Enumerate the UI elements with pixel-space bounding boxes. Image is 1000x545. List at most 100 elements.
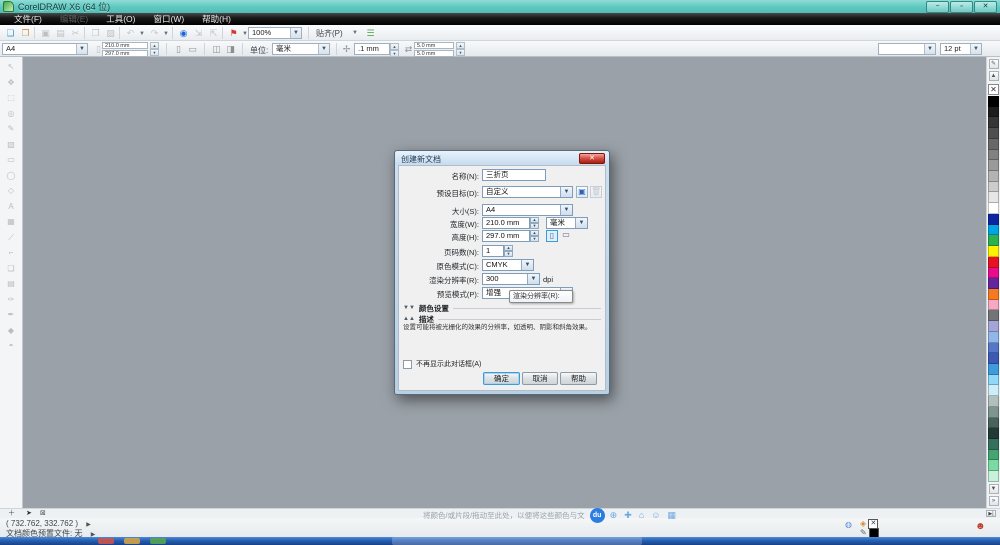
color-swatch[interactable] <box>988 117 999 128</box>
connector-tool-icon[interactable]: ⌐ <box>5 247 18 258</box>
color-mode-combo[interactable]: CMYK▼ <box>482 259 534 271</box>
name-input[interactable]: 三折页 <box>482 169 546 181</box>
height-input[interactable]: 297.0 mm <box>482 230 530 242</box>
chevron-down-icon[interactable]: ▼ <box>560 205 572 215</box>
fill-tool-icon[interactable]: ◆ <box>5 325 18 336</box>
chevron-down-icon[interactable]: ▼ <box>163 31 169 37</box>
nudge-spinner[interactable]: ▲▼ <box>390 43 399 55</box>
color-swatch[interactable] <box>988 139 999 150</box>
color-swatch[interactable] <box>988 428 999 439</box>
polygon-tool-icon[interactable]: ◇ <box>5 185 18 196</box>
portrait-button[interactable]: ▯ <box>172 43 185 55</box>
color-swatch[interactable] <box>988 278 999 289</box>
duplicate-y-field[interactable]: 5.0 mm <box>414 50 454 57</box>
color-swatch[interactable] <box>988 396 999 407</box>
page-size-spinner[interactable]: ▲▼ <box>150 42 159 54</box>
width-input[interactable]: 210.0 mm <box>482 217 530 229</box>
menu-item[interactable]: 文件(F) <box>6 13 50 25</box>
close-document-icon[interactable]: ⊠ <box>40 509 46 518</box>
color-swatch[interactable] <box>988 450 999 461</box>
color-swatch[interactable] <box>988 150 999 161</box>
dialog-close-button[interactable]: ✕ <box>579 153 605 164</box>
color-swatch[interactable] <box>988 268 999 279</box>
color-swatch[interactable] <box>988 257 999 268</box>
new-document-icon[interactable]: ❏ <box>4 27 17 39</box>
minimize-button[interactable]: − <box>926 1 949 13</box>
chevron-down-icon[interactable]: ▼ <box>924 44 935 54</box>
chevron-down-icon[interactable]: ▼▼ <box>403 305 415 311</box>
chevron-down-icon[interactable]: ▼ <box>575 218 587 228</box>
help-button[interactable]: 帮助 <box>560 372 597 385</box>
page-width-field[interactable]: 210.0 mm <box>102 42 148 49</box>
chevron-down-icon[interactable]: ▼ <box>290 28 301 38</box>
color-swatch[interactable] <box>988 235 999 246</box>
color-swatch[interactable] <box>988 96 999 107</box>
resolution-combo[interactable]: 300▼ <box>482 273 540 285</box>
chevron-down-icon[interactable]: ▼ <box>139 31 145 37</box>
palette-scroll-down-button[interactable]: ▼ <box>989 484 999 494</box>
color-swatch[interactable] <box>988 343 999 354</box>
color-swatch[interactable] <box>988 353 999 364</box>
color-swatch[interactable] <box>988 471 999 482</box>
chevron-down-icon[interactable]: ▼ <box>970 44 981 54</box>
color-swatch[interactable] <box>988 225 999 236</box>
width-units-combo[interactable]: 毫米▼ <box>546 217 588 229</box>
delete-preset-icon[interactable]: 🗑 <box>590 186 602 198</box>
color-swatch[interactable] <box>988 407 999 418</box>
color-swatch[interactable] <box>988 300 999 311</box>
palette-expand-button[interactable]: » <box>989 496 999 506</box>
taskbar-app-icon[interactable] <box>98 538 114 544</box>
cancel-button[interactable]: 取消 <box>522 372 558 385</box>
taskbar-app-icon[interactable] <box>124 538 140 544</box>
preset-combo[interactable]: 自定义▼ <box>482 186 573 198</box>
crop-tool-icon[interactable]: ⬚ <box>5 92 18 103</box>
chevron-down-icon[interactable]: ▼ <box>352 30 358 36</box>
shape-tool-icon[interactable]: ✥ <box>5 77 18 88</box>
save-preset-icon[interactable]: ▣ <box>576 186 588 198</box>
color-swatch[interactable] <box>988 460 999 471</box>
chevron-down-icon[interactable]: ▼ <box>560 187 572 197</box>
size-combo[interactable]: A4▼ <box>482 204 573 216</box>
height-spinner[interactable]: ▲▼ <box>530 230 539 242</box>
chevron-down-icon[interactable]: ▼ <box>318 44 329 54</box>
landscape-button[interactable]: ▭ <box>186 43 199 55</box>
table-tool-icon[interactable]: ▦ <box>5 216 18 227</box>
zoom-tool-icon[interactable]: ◎ <box>5 108 18 119</box>
pages-spinner[interactable]: ▲▼ <box>504 245 513 257</box>
navigator-end-button[interactable]: ▶| <box>986 510 996 517</box>
color-swatch[interactable] <box>988 364 999 375</box>
portrait-orientation-button[interactable]: ▯ <box>546 230 558 242</box>
page-height-field[interactable]: 297.0 mm <box>102 50 148 57</box>
units-combo[interactable]: 毫米▼ <box>272 43 330 55</box>
width-spinner[interactable]: ▲▼ <box>530 217 539 229</box>
color-swatch[interactable] <box>988 418 999 429</box>
eyedropper-icon[interactable]: ✎ <box>989 59 999 69</box>
windows-taskbar[interactable] <box>0 537 1000 545</box>
chevron-down-icon[interactable]: ▼ <box>76 44 87 54</box>
outline-pen-icon[interactable]: ✒ <box>5 309 18 320</box>
color-swatch[interactable] <box>988 160 999 171</box>
chevron-down-icon[interactable]: ▼ <box>521 260 533 270</box>
color-swatch[interactable] <box>988 203 999 214</box>
duplicate-spinner[interactable]: ▲▼ <box>456 42 465 54</box>
ellipse-tool-icon[interactable]: ◯ <box>5 170 18 181</box>
color-settings-section[interactable]: 颜色设置 <box>419 303 449 314</box>
chevron-up-icon[interactable]: ▲▲ <box>403 316 415 322</box>
interactive-fill-icon[interactable]: ◓ <box>5 340 18 351</box>
smart-fill-tool-icon[interactable]: ▧ <box>5 139 18 150</box>
color-swatch[interactable] <box>988 214 999 225</box>
taskbar-app-icon[interactable] <box>150 538 166 544</box>
rectangle-tool-icon[interactable]: ▭ <box>5 154 18 165</box>
color-swatch[interactable] <box>988 439 999 450</box>
menu-item[interactable]: 帮助(H) <box>194 13 239 25</box>
color-swatch[interactable] <box>988 375 999 386</box>
all-pages-icon[interactable]: ◫ <box>210 43 223 55</box>
menu-item[interactable]: 工具(O) <box>98 13 143 25</box>
color-swatch[interactable] <box>988 332 999 343</box>
add-page-icon[interactable]: ＋ <box>8 509 15 518</box>
user-account-icon[interactable]: ☻ <box>975 521 986 532</box>
landscape-orientation-button[interactable]: ▭ <box>560 230 572 242</box>
color-swatch[interactable] <box>988 289 999 300</box>
color-swatch[interactable] <box>988 385 999 396</box>
freehand-tool-icon[interactable]: ✎ <box>5 123 18 134</box>
